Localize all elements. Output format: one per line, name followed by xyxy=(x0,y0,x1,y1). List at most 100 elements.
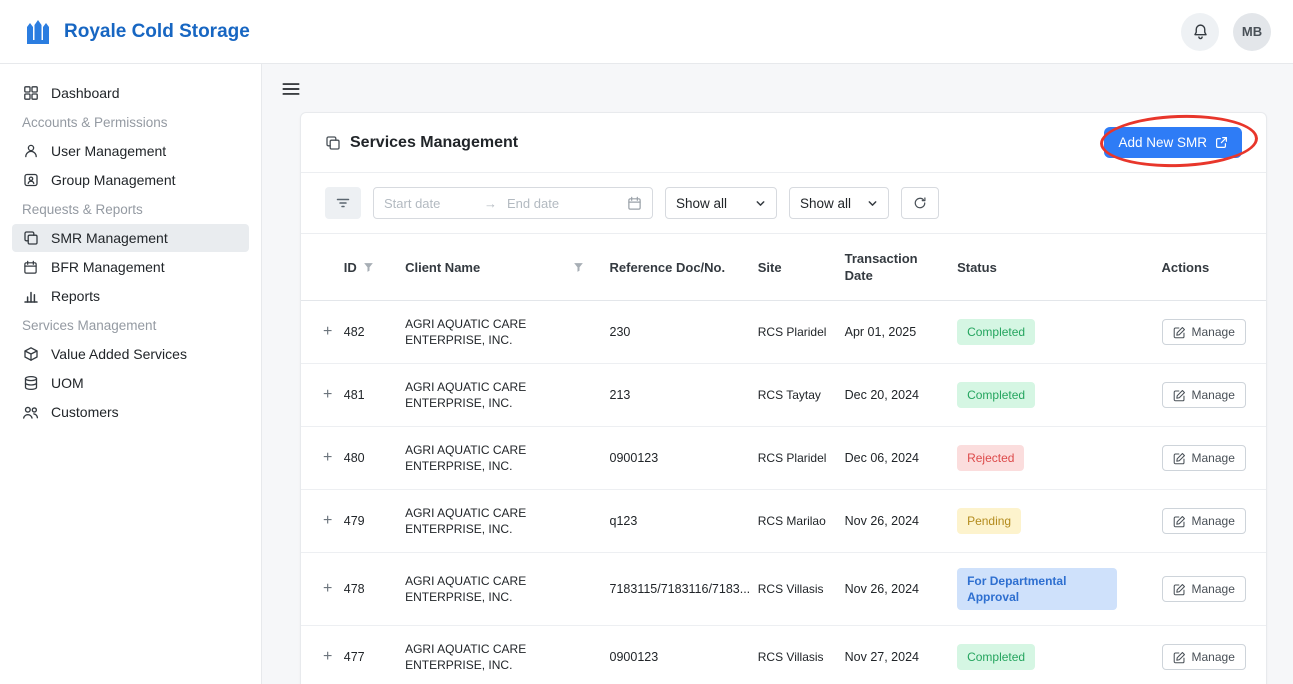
castle-logo-icon xyxy=(22,16,54,48)
row-id: 480 xyxy=(335,426,398,490)
table-row: + 481 AGRI AQUATIC CARE ENTERPRISE, INC.… xyxy=(301,363,1266,427)
table-row: + 482 AGRI AQUATIC CARE ENTERPRISE, INC.… xyxy=(301,300,1266,364)
row-transaction-date: Nov 26, 2024 xyxy=(836,552,950,626)
copy-icon xyxy=(325,135,341,151)
expand-row-button[interactable]: + xyxy=(323,450,332,466)
top-header-bar: Royale Cold Storage MB xyxy=(0,0,1293,64)
manage-button-label: Manage xyxy=(1191,514,1235,528)
calendar-icon xyxy=(627,196,642,211)
sidebar-item-bfr-management[interactable]: BFR Management xyxy=(12,253,249,281)
row-id: 481 xyxy=(335,363,398,427)
group-box-icon xyxy=(22,172,39,188)
filter-lines-icon xyxy=(335,195,351,211)
row-transaction-date: Nov 27, 2024 xyxy=(836,625,950,684)
row-site: RCS Plaridel xyxy=(749,300,837,364)
main-content: Services Management Add New SMR → xyxy=(262,64,1293,684)
start-date-input[interactable] xyxy=(384,195,474,211)
column-header-client-name: Client Name xyxy=(405,259,481,275)
status-badge: Completed xyxy=(957,644,1036,670)
chevron-down-icon xyxy=(755,198,766,209)
row-reference-doc: 213 xyxy=(601,363,750,427)
manage-button[interactable]: Manage xyxy=(1161,445,1246,471)
column-header-status: Status xyxy=(949,234,1154,301)
end-date-input[interactable] xyxy=(507,195,583,211)
sidebar-item-uom[interactable]: UOM xyxy=(12,369,249,397)
database-icon xyxy=(22,375,39,391)
status-badge: Completed xyxy=(957,382,1036,408)
add-new-smr-button[interactable]: Add New SMR xyxy=(1104,127,1242,158)
filter-select-2-value: Show all xyxy=(800,195,852,211)
manage-button-label: Manage xyxy=(1191,388,1235,402)
edit-pencil-icon xyxy=(1173,515,1186,528)
card-header: Services Management Add New SMR xyxy=(301,112,1266,173)
row-client-name: AGRI AQUATIC CARE ENTERPRISE, INC. xyxy=(397,489,602,553)
sidebar-item-reports[interactable]: Reports xyxy=(12,282,249,310)
refresh-button[interactable] xyxy=(901,187,939,219)
expand-row-button[interactable]: + xyxy=(323,513,332,529)
edit-pencil-icon xyxy=(1173,651,1186,664)
sidebar-item-dashboard[interactable]: Dashboard xyxy=(12,79,249,107)
refresh-icon xyxy=(913,196,927,210)
edit-pencil-icon xyxy=(1173,452,1186,465)
sidebar-item-label: Group Management xyxy=(51,172,176,188)
row-client-name: AGRI AQUATIC CARE ENTERPRISE, INC. xyxy=(397,363,602,427)
column-header-site: Site xyxy=(749,234,837,301)
row-site: RCS Plaridel xyxy=(749,426,837,490)
copy-icon xyxy=(22,230,39,246)
sidebar-item-user-management[interactable]: User Management xyxy=(12,137,249,165)
manage-button[interactable]: Manage xyxy=(1161,508,1246,534)
row-site: RCS Villasis xyxy=(749,625,837,684)
filter-select-2[interactable]: Show all xyxy=(789,187,889,219)
grid-icon xyxy=(22,85,39,101)
expand-row-button[interactable]: + xyxy=(323,581,332,597)
column-header-id: ID xyxy=(343,259,357,275)
status-badge: For Departmental Approval xyxy=(957,568,1118,610)
row-reference-doc: 0900123 xyxy=(601,625,750,684)
sidebar-item-label: UOM xyxy=(51,375,84,391)
manage-button[interactable]: Manage xyxy=(1161,382,1246,408)
notifications-button[interactable] xyxy=(1181,12,1219,51)
bar-chart-icon xyxy=(22,288,39,304)
filter-toggle-button[interactable] xyxy=(325,187,361,219)
row-reference-doc: 7183115/7183116/7183... xyxy=(601,552,750,626)
row-reference-doc: q123 xyxy=(601,489,750,553)
expand-row-button[interactable]: + xyxy=(323,324,332,340)
filter-select-1[interactable]: Show all xyxy=(665,187,777,219)
expand-row-button[interactable]: + xyxy=(323,649,332,665)
table-row: + 477 AGRI AQUATIC CARE ENTERPRISE, INC.… xyxy=(301,625,1266,684)
sidebar-item-label: Customers xyxy=(51,404,119,420)
sidebar-item-customers[interactable]: Customers xyxy=(12,398,249,426)
table-row: + 480 AGRI AQUATIC CARE ENTERPRISE, INC.… xyxy=(301,426,1266,490)
id-filter-funnel-icon[interactable] xyxy=(363,262,374,273)
row-id: 479 xyxy=(335,489,398,553)
filter-select-1-value: Show all xyxy=(676,195,728,211)
sidebar-item-label: SMR Management xyxy=(51,230,168,246)
manage-button[interactable]: Manage xyxy=(1161,576,1246,602)
row-client-name: AGRI AQUATIC CARE ENTERPRISE, INC. xyxy=(397,552,602,626)
manage-button[interactable]: Manage xyxy=(1161,644,1246,670)
client-filter-funnel-icon[interactable] xyxy=(573,262,584,273)
sidebar-item-group-management[interactable]: Group Management xyxy=(12,166,249,194)
sidebar-item-label: Reports xyxy=(51,288,101,304)
page-title: Services Management xyxy=(350,133,519,151)
expand-row-button[interactable]: + xyxy=(323,387,332,403)
edit-pencil-icon xyxy=(1173,326,1186,339)
topbar-actions: MB xyxy=(1181,12,1271,51)
avatar[interactable]: MB xyxy=(1233,12,1271,51)
row-id: 482 xyxy=(335,300,398,364)
sidebar-item-smr-management[interactable]: SMR Management xyxy=(12,224,249,252)
manage-button[interactable]: Manage xyxy=(1161,319,1246,345)
sidebar-item-label: Value Added Services xyxy=(51,346,187,362)
column-header-transaction-date: Transaction Date xyxy=(836,234,950,301)
sidebar-item-value-added-services[interactable]: Value Added Services xyxy=(12,340,249,368)
date-range-picker[interactable]: → xyxy=(373,187,653,219)
package-icon xyxy=(22,346,39,362)
row-transaction-date: Dec 20, 2024 xyxy=(836,363,950,427)
external-link-icon xyxy=(1215,136,1228,149)
menu-toggle-button[interactable] xyxy=(278,76,304,102)
row-id: 477 xyxy=(335,625,398,684)
row-transaction-date: Nov 26, 2024 xyxy=(836,489,950,553)
brand[interactable]: Royale Cold Storage xyxy=(22,16,250,48)
manage-button-label: Manage xyxy=(1191,650,1235,664)
people-icon xyxy=(22,404,39,421)
